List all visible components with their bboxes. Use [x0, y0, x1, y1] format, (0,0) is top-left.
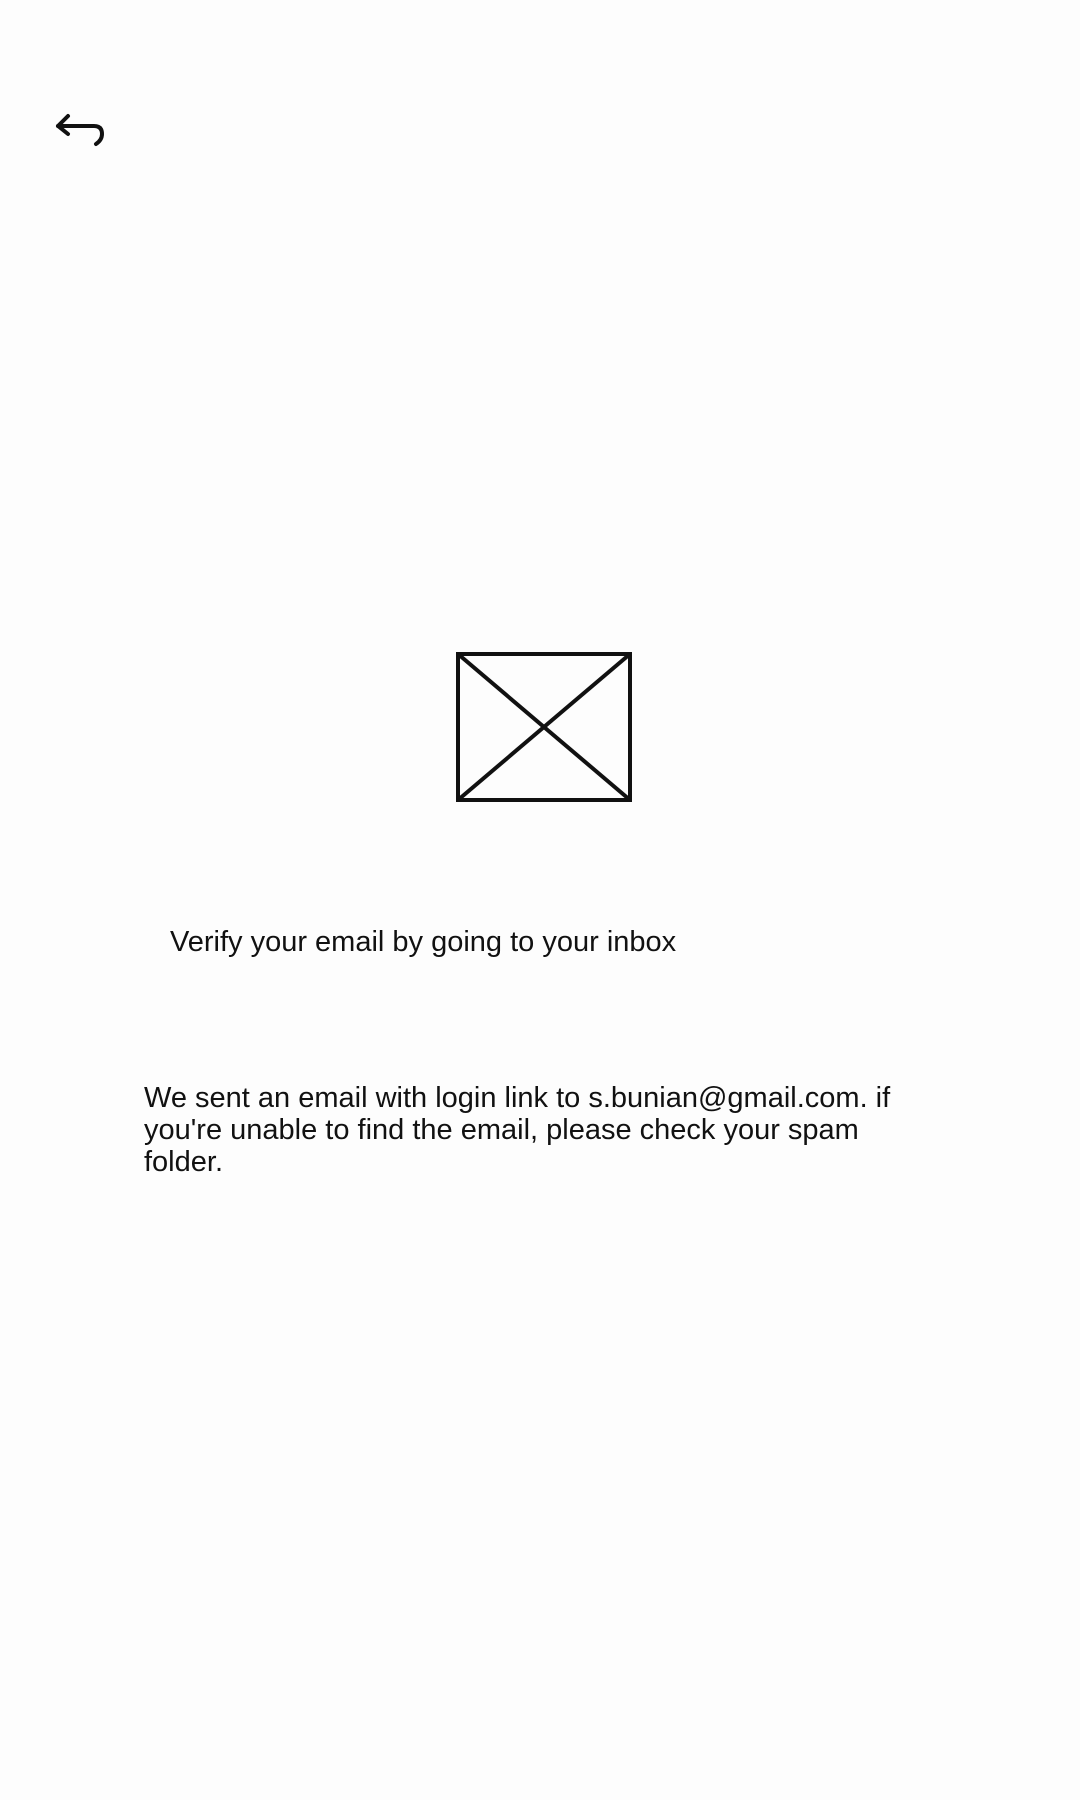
- back-arrow-icon: [56, 114, 104, 146]
- image-placeholder-icon: [456, 652, 632, 802]
- verify-heading: Verify your email by going to your inbox: [170, 926, 677, 958]
- image-placeholder: [456, 652, 632, 802]
- back-button[interactable]: [48, 104, 112, 160]
- verification-message: We sent an email with login link to s.bu…: [144, 1082, 891, 1178]
